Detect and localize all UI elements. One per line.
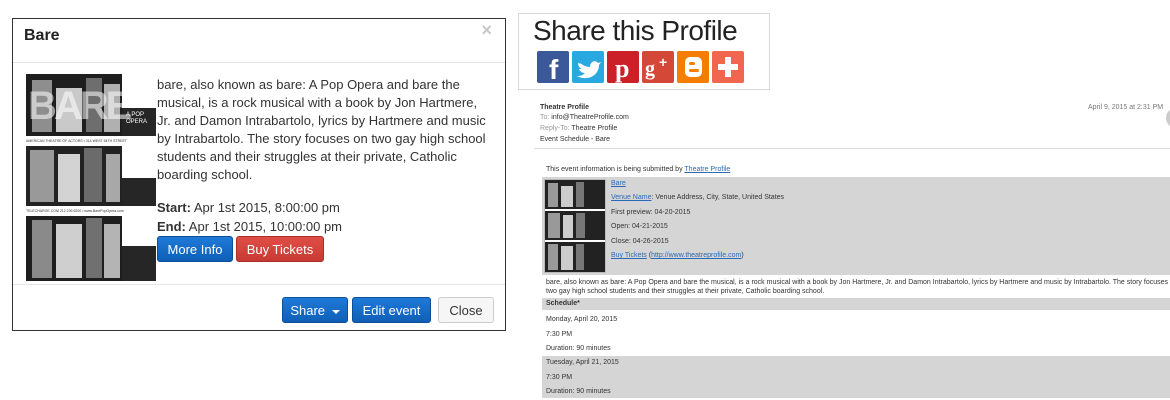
end-label: End: — [157, 219, 186, 234]
event-end: End: Apr 1st 2015, 10:00:00 pm — [157, 219, 342, 234]
start-value: Apr 1st 2015, 8:00:00 pm — [193, 200, 340, 215]
poster-ticket-text: TELECHARGE.COM 212.239.6200 • www.BarePo… — [26, 209, 124, 213]
event-poster: BARE A POP OPERA AMERICAN THEATRE OF ACT… — [26, 74, 156, 281]
email-date: April 9, 2015 at 2:31 PM — [1088, 104, 1164, 111]
venue-link[interactable]: Venue Name — [611, 194, 651, 201]
svg-text:f: f — [549, 54, 559, 83]
email-from: Theatre Profile — [540, 104, 590, 111]
schedule-header-bar — [542, 298, 1170, 310]
google-plus-icon[interactable]: g + — [642, 51, 674, 83]
share-title: Share this Profile — [533, 15, 738, 46]
email-reply-to: Reply-To: Theatre Profile — [540, 125, 617, 132]
schedule-date: Tuesday, April 21, 2015 — [546, 359, 619, 366]
reply-to-value: Theatre Profile — [571, 125, 618, 132]
schedule-duration: Duration: 90 minutes — [546, 345, 611, 352]
poster-title: BARE — [28, 84, 132, 128]
email-subject: Event Schedule - Bare — [540, 136, 611, 143]
venue-address: : Venue Address, City, State, United Sta… — [651, 194, 785, 201]
close-button[interactable]: Close — [438, 297, 494, 323]
share-label: Share — [290, 303, 326, 318]
schedule-duration: Duration: 90 minutes — [546, 388, 611, 395]
close-icon[interactable]: × — [481, 20, 492, 41]
buy-tickets-url[interactable]: http://www.theatreprofile.com — [651, 252, 741, 259]
end-value: Apr 1st 2015, 10:00:00 pm — [188, 219, 343, 234]
email-description: bare, also known as bare: A Pop Opera an… — [546, 279, 1170, 295]
start-label: Start: — [157, 200, 191, 215]
email-preview: Theatre Profile April 9, 2015 at 2:31 PM… — [534, 98, 1170, 400]
schedule-header: Schedule* — [546, 300, 580, 307]
divider — [534, 148, 1170, 149]
venue-line: Venue Name: Venue Address, City, State, … — [611, 194, 784, 201]
buy-tickets-line: Buy Tickets (http://www.theatreprofile.c… — [611, 252, 744, 259]
more-info-button[interactable]: More Info — [157, 236, 233, 262]
modal-footer: Share Edit event Close — [13, 284, 505, 330]
close-date: Close: 04-26-2015 — [611, 238, 669, 245]
blogger-icon[interactable] — [677, 51, 709, 83]
modal-body: BARE A POP OPERA AMERICAN THEATRE OF ACT… — [13, 64, 505, 283]
buy-tickets-button[interactable]: Buy Tickets — [236, 236, 324, 262]
schedule-time: 7:30 PM — [546, 374, 573, 381]
svg-text:g: g — [645, 58, 655, 80]
poster-venue-text: AMERICAN THEATRE OF ACTORS • 314 WEST 54… — [26, 139, 127, 143]
edit-event-button[interactable]: Edit event — [352, 297, 431, 323]
avatar — [1166, 108, 1170, 128]
schedule-date: Monday, April 20, 2015 — [546, 316, 618, 323]
first-preview: First preview: 04-20-2015 — [611, 209, 691, 216]
email-poster — [544, 179, 606, 273]
email-to: To: info@TheatreProfile.com — [540, 114, 629, 121]
schedule-time: 7:30 PM — [546, 331, 573, 338]
schedule-row-bg — [542, 356, 1170, 398]
twitter-icon[interactable] — [572, 51, 604, 83]
event-name-link[interactable]: Bare — [611, 180, 626, 187]
event-start: Start: Apr 1st 2015, 8:00:00 pm — [157, 200, 340, 215]
share-dropdown-button[interactable]: Share — [282, 297, 348, 323]
intro-link[interactable]: Theatre Profile — [684, 166, 730, 173]
event-description: bare, also known as bare: A Pop Opera an… — [157, 77, 486, 182]
svg-text:+: + — [659, 54, 667, 70]
poster-subtitle: A POP OPERA — [126, 112, 148, 125]
pinterest-icon[interactable]: p — [607, 51, 639, 83]
reply-to-label: Reply-To: — [540, 125, 570, 132]
email-intro: This event information is being submitte… — [546, 166, 730, 173]
svg-text:p: p — [615, 54, 629, 83]
modal-title: Bare — [24, 27, 60, 44]
addthis-icon[interactable] — [712, 51, 744, 83]
intro-text: This event information is being submitte… — [546, 166, 683, 173]
open-date: Open: 04-21-2015 — [611, 223, 668, 230]
share-profile-box: Share this Profile f p g + — [518, 13, 770, 90]
to-label: To: — [540, 114, 550, 121]
buy-tickets-link[interactable]: Buy Tickets — [611, 252, 647, 259]
to-value: info@TheatreProfile.com — [551, 114, 629, 121]
event-modal: Bare × BARE A POP OPERA AMERICAN THEATRE… — [12, 18, 506, 331]
modal-header: Bare × — [13, 19, 505, 63]
caret-down-icon — [331, 309, 340, 314]
facebook-icon[interactable]: f — [537, 51, 569, 85]
